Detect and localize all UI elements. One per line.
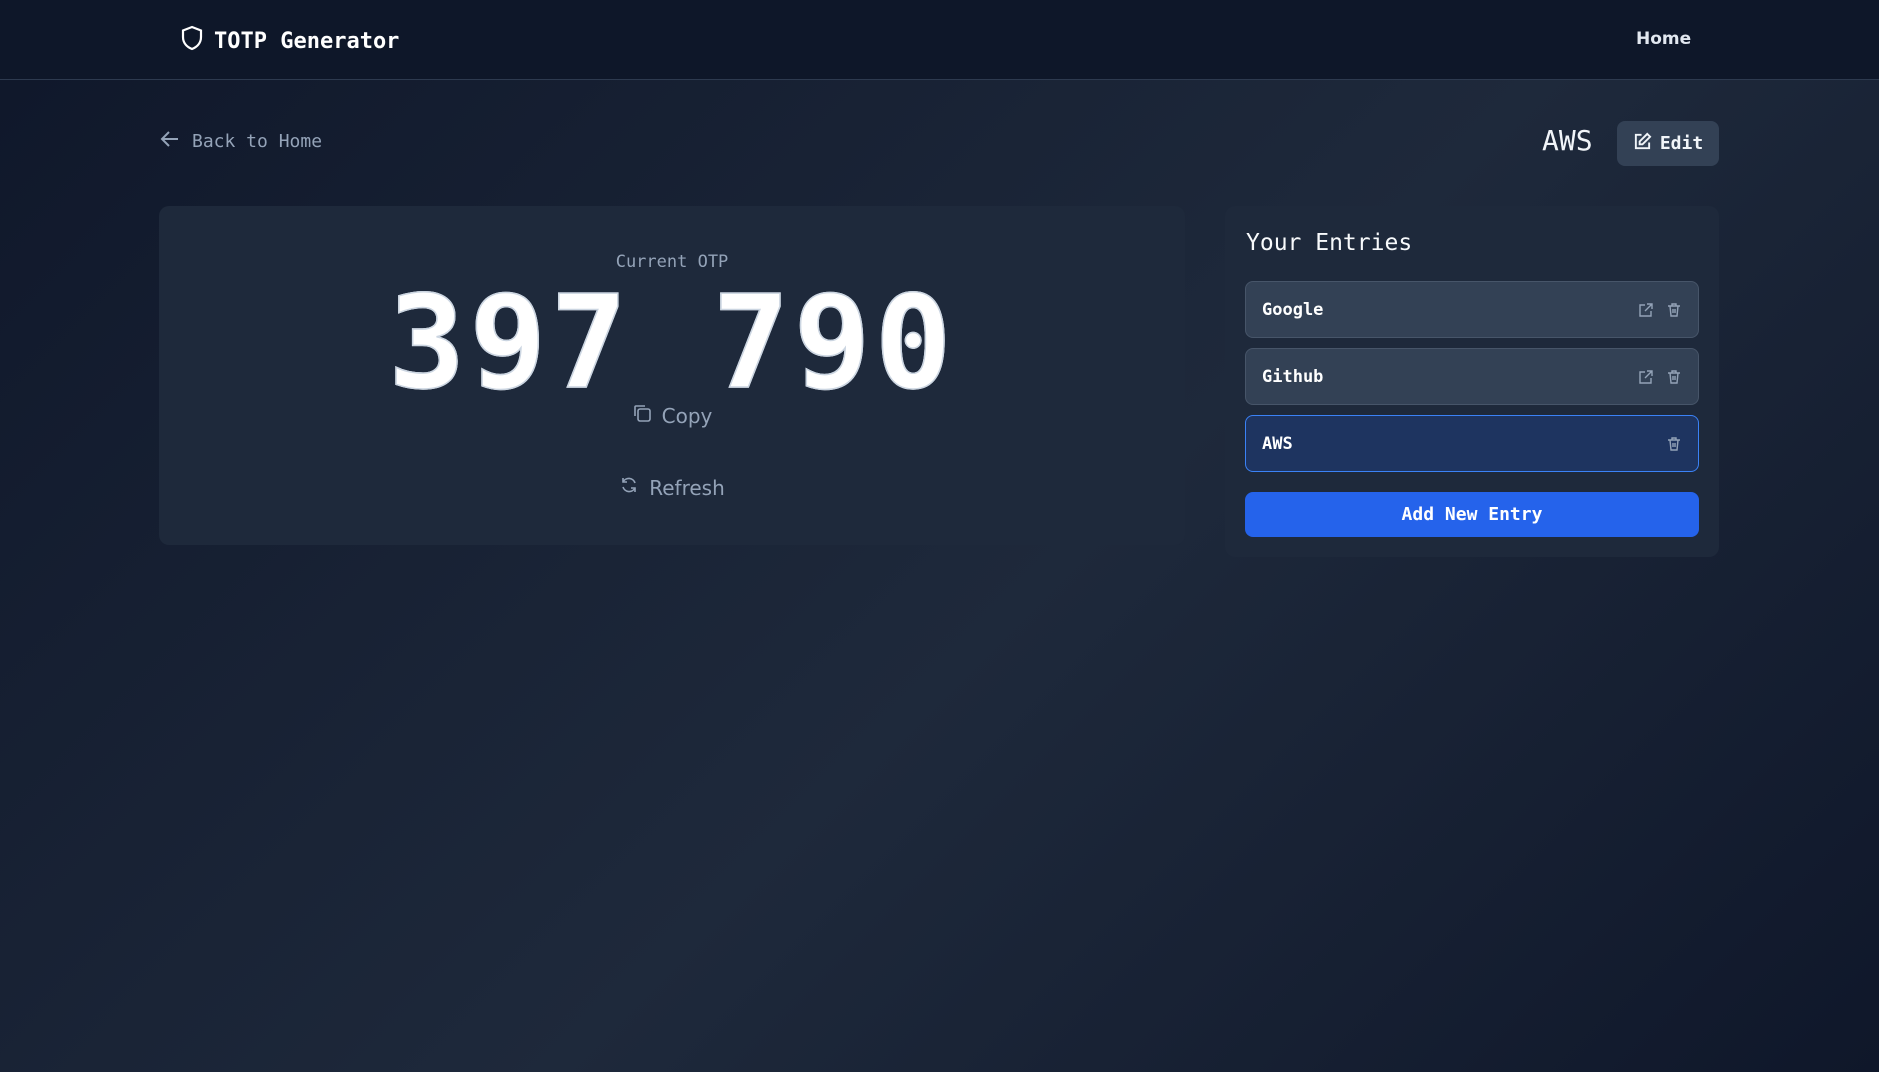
entry-google[interactable]: Google — [1245, 281, 1699, 338]
trash-icon[interactable] — [1666, 369, 1682, 385]
edit-button[interactable]: Edit — [1617, 121, 1719, 166]
entries-panel: Your Entries Google Github AWS Add New E… — [1225, 206, 1719, 557]
entry-name: AWS — [1262, 433, 1293, 454]
logo[interactable]: TOTP Generator — [180, 25, 399, 57]
entry-aws[interactable]: AWS — [1245, 415, 1699, 472]
trash-icon[interactable] — [1666, 436, 1682, 452]
copy-button[interactable]: Copy — [159, 403, 1185, 428]
add-new-entry-button[interactable]: Add New Entry — [1245, 492, 1699, 537]
arrow-left-icon — [160, 130, 180, 153]
external-link-icon[interactable] — [1638, 302, 1654, 318]
copy-icon — [632, 403, 652, 428]
entry-name: Github — [1262, 366, 1324, 387]
otp-card: Current OTP 397 790 Copy Refresh — [159, 206, 1185, 545]
edit-label: Edit — [1659, 133, 1704, 154]
trash-icon[interactable] — [1666, 302, 1682, 318]
page-title: AWS — [1542, 124, 1593, 157]
entries-title: Your Entries — [1246, 230, 1413, 256]
nav-home-link[interactable]: Home — [1636, 29, 1691, 49]
otp-code: 397 790 — [159, 272, 1185, 415]
edit-icon — [1633, 132, 1652, 156]
top-nav: TOTP Generator Home — [0, 0, 1879, 80]
entry-github[interactable]: Github — [1245, 348, 1699, 405]
back-label: Back to Home — [192, 131, 323, 152]
refresh-button[interactable]: Refresh — [159, 475, 1185, 500]
external-link-icon[interactable] — [1638, 369, 1654, 385]
copy-label: Copy — [661, 403, 713, 428]
entry-name: Google — [1262, 299, 1324, 320]
refresh-label: Refresh — [649, 475, 725, 500]
refresh-icon — [619, 475, 639, 500]
app-title: TOTP Generator — [214, 28, 400, 54]
shield-icon — [180, 25, 204, 57]
back-to-home-link[interactable]: Back to Home — [160, 130, 322, 153]
